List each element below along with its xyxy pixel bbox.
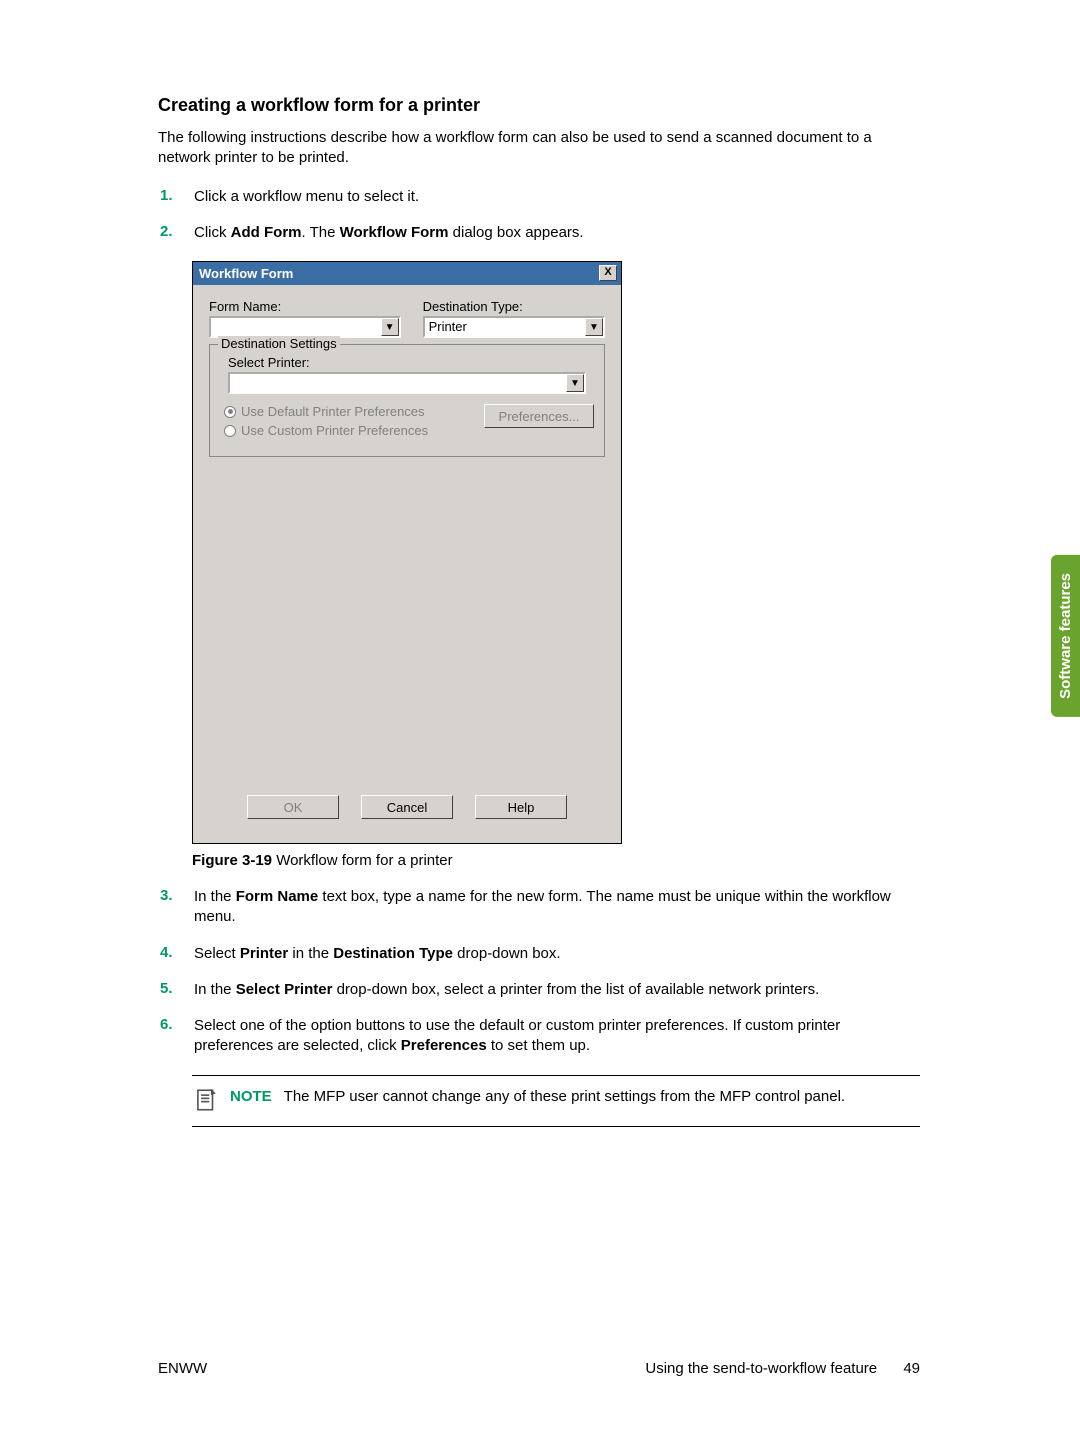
footer-left: ENWW xyxy=(158,1360,207,1377)
footer-right: Using the send-to-workflow feature xyxy=(645,1360,877,1377)
destination-type-combo[interactable]: Printer ▼ xyxy=(423,316,605,338)
form-name-value[interactable] xyxy=(211,318,381,336)
steps-list: 1.Click a workflow menu to select it.2.C… xyxy=(158,187,920,244)
radio-default-preferences[interactable]: Use Default Printer Preferences xyxy=(224,404,484,419)
note-text: The MFP user cannot change any of these … xyxy=(284,1088,845,1105)
select-printer-label: Select Printer: xyxy=(228,355,594,370)
help-button[interactable]: Help xyxy=(475,795,567,819)
form-name-label: Form Name: xyxy=(209,299,401,314)
close-button[interactable]: X xyxy=(599,265,617,281)
ok-button[interactable]: OK xyxy=(247,795,339,819)
select-printer-value xyxy=(230,374,566,392)
step-item: 1.Click a workflow menu to select it. xyxy=(158,187,920,207)
destination-type-label: Destination Type: xyxy=(423,299,605,314)
page-number: 49 xyxy=(903,1360,920,1377)
cancel-button[interactable]: Cancel xyxy=(361,795,453,819)
step-text: In the Form Name text box, type a name f… xyxy=(194,887,920,928)
figure-caption: Figure 3-19 Workflow form for a printer xyxy=(192,852,920,869)
note-block: NOTE The MFP user cannot change any of th… xyxy=(192,1075,920,1127)
chevron-down-icon[interactable]: ▼ xyxy=(381,318,399,336)
destination-settings-group: Destination Settings Select Printer: ▼ U… xyxy=(209,344,605,457)
intro-paragraph: The following instructions describe how … xyxy=(158,128,920,169)
select-printer-combo[interactable]: ▼ xyxy=(228,372,586,394)
workflow-form-dialog: Workflow Form X Form Name: ▼ Destination… xyxy=(192,261,622,844)
step-item: 4.Select Printer in the Destination Type… xyxy=(158,944,920,964)
destination-type-value: Printer xyxy=(425,318,585,336)
step-text: Click Add Form. The Workflow Form dialog… xyxy=(194,223,920,243)
step-item: 2.Click Add Form. The Workflow Form dial… xyxy=(158,223,920,243)
step-number: 4. xyxy=(158,944,194,964)
section-title: Creating a workflow form for a printer xyxy=(158,95,920,116)
dialog-titlebar: Workflow Form X xyxy=(193,262,621,285)
step-number: 3. xyxy=(158,887,194,928)
step-item: 6.Select one of the option buttons to us… xyxy=(158,1016,920,1057)
step-number: 6. xyxy=(158,1016,194,1057)
step-number: 5. xyxy=(158,980,194,1000)
radio-custom-preferences[interactable]: Use Custom Printer Preferences xyxy=(224,423,484,438)
dialog-title: Workflow Form xyxy=(199,266,293,281)
chevron-down-icon[interactable]: ▼ xyxy=(585,318,603,336)
side-tab: Software features xyxy=(1051,555,1080,717)
preferences-button[interactable]: Preferences... xyxy=(484,404,594,428)
group-legend: Destination Settings xyxy=(218,336,340,351)
step-item: 3.In the Form Name text box, type a name… xyxy=(158,887,920,928)
step-text: Select Printer in the Destination Type d… xyxy=(194,944,920,964)
step-item: 5.In the Select Printer drop-down box, s… xyxy=(158,980,920,1000)
step-text: In the Select Printer drop-down box, sel… xyxy=(194,980,920,1000)
step-text: Click a workflow menu to select it. xyxy=(194,187,920,207)
chevron-down-icon[interactable]: ▼ xyxy=(566,374,584,392)
radio-icon xyxy=(224,406,236,418)
steps-list-continued: 3.In the Form Name text box, type a name… xyxy=(158,887,920,1057)
step-text: Select one of the option buttons to use … xyxy=(194,1016,920,1057)
step-number: 2. xyxy=(158,223,194,243)
step-number: 1. xyxy=(158,187,194,207)
page-footer: ENWW Using the send-to-workflow feature … xyxy=(158,1360,920,1377)
note-label: NOTE xyxy=(230,1088,272,1105)
form-name-combo[interactable]: ▼ xyxy=(209,316,401,338)
radio-icon xyxy=(224,425,236,437)
note-icon xyxy=(192,1086,220,1114)
